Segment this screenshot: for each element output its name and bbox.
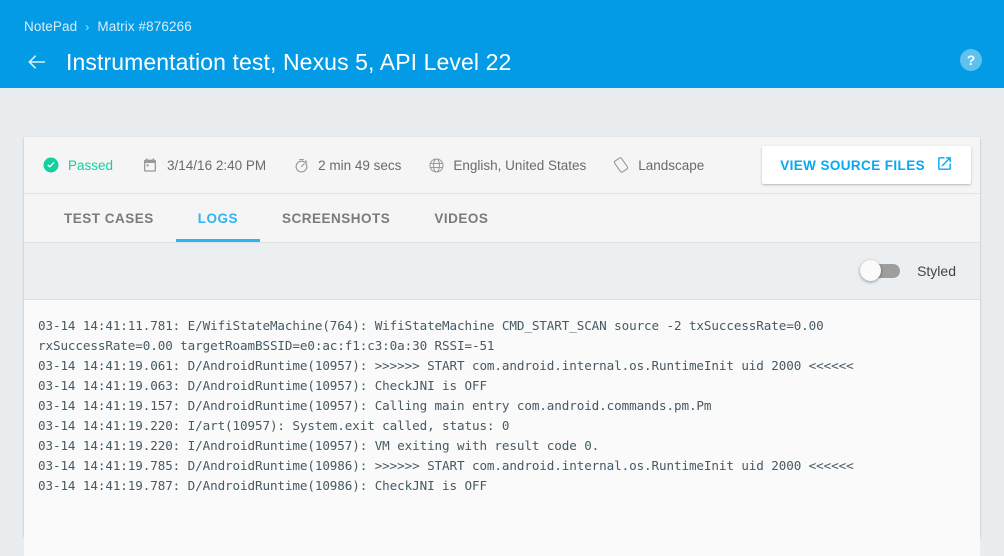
locale-meta: English, United States [427,156,586,174]
help-button[interactable]: ? [959,48,983,72]
tab-screenshots-label: SCREENSHOTS [282,211,390,226]
styled-toggle-row: Styled [24,243,980,300]
date-label: 3/14/16 2:40 PM [167,158,266,173]
arrow-left-icon [25,50,49,74]
tab-test-cases-label: TEST CASES [64,211,154,226]
locale-label: English, United States [453,158,586,173]
page-title: Instrumentation test, Nexus 5, API Level… [66,49,511,76]
log-line: 03-14 14:41:19.785: D/AndroidRuntime(109… [38,456,980,476]
view-source-files-button[interactable]: VIEW SOURCE FILES [762,146,971,184]
tab-bar: TEST CASES LOGS SCREENSHOTS VIDEOS [24,194,980,243]
log-line: 03-14 14:41:19.220: I/art(10957): System… [38,416,980,436]
back-button[interactable] [24,49,50,75]
styled-toggle-label: Styled [917,263,956,279]
view-source-files-label: VIEW SOURCE FILES [780,158,925,173]
breadcrumb: NotePad › Matrix #876266 [24,19,192,34]
status-label: Passed [68,158,113,173]
log-line: 03-14 14:41:19.787: D/AndroidRuntime(109… [38,476,980,496]
orientation-label: Landscape [638,158,704,173]
log-line: 03-14 14:41:19.061: D/AndroidRuntime(109… [38,356,980,376]
open-in-new-icon [936,155,953,175]
toggle-knob[interactable] [860,260,881,281]
screen-rotation-icon [612,156,630,174]
date-meta: 3/14/16 2:40 PM [141,156,266,174]
test-result-card: Passed 3/14/16 2:40 PM 2 min 49 secs [24,137,980,537]
tab-test-cases[interactable]: TEST CASES [42,194,176,242]
orientation-meta: Landscape [612,156,704,174]
meta-strip: Passed 3/14/16 2:40 PM 2 min 49 secs [24,137,980,194]
breadcrumb-separator-icon: › [85,20,89,34]
breadcrumb-item-root[interactable]: NotePad [24,19,77,34]
tab-logs-label: LOGS [198,211,238,226]
duration-label: 2 min 49 secs [318,158,401,173]
breadcrumb-item-current[interactable]: Matrix #876266 [97,19,191,34]
svg-text:?: ? [967,52,976,68]
log-line: 03-14 14:41:19.157: D/AndroidRuntime(109… [38,396,980,416]
log-line: 03-14 14:41:19.220: I/AndroidRuntime(109… [38,436,980,456]
status-badge: Passed [42,156,113,174]
calendar-icon [141,156,159,174]
globe-icon [427,156,445,174]
styled-toggle-switch[interactable] [860,260,904,282]
help-circle-icon: ? [959,59,983,76]
log-line: 03-14 14:41:19.063: D/AndroidRuntime(109… [38,376,980,396]
tab-videos-label: VIDEOS [434,211,488,226]
tab-logs[interactable]: LOGS [176,194,260,242]
log-line: 03-14 14:41:11.781: E/WifiStateMachine(7… [38,316,980,336]
check-circle-icon [42,156,60,174]
log-output[interactable]: 03-14 14:41:11.781: E/WifiStateMachine(7… [24,300,980,556]
log-line: rxSuccessRate=0.00 targetRoamBSSID=e0:ac… [38,336,980,356]
tab-videos[interactable]: VIDEOS [412,194,510,242]
duration-meta: 2 min 49 secs [292,156,401,174]
app-bar: NotePad › Matrix #876266 Instrumentation… [0,0,1004,88]
tab-screenshots[interactable]: SCREENSHOTS [260,194,412,242]
title-row: Instrumentation test, Nexus 5, API Level… [24,42,511,82]
stopwatch-icon [292,156,310,174]
